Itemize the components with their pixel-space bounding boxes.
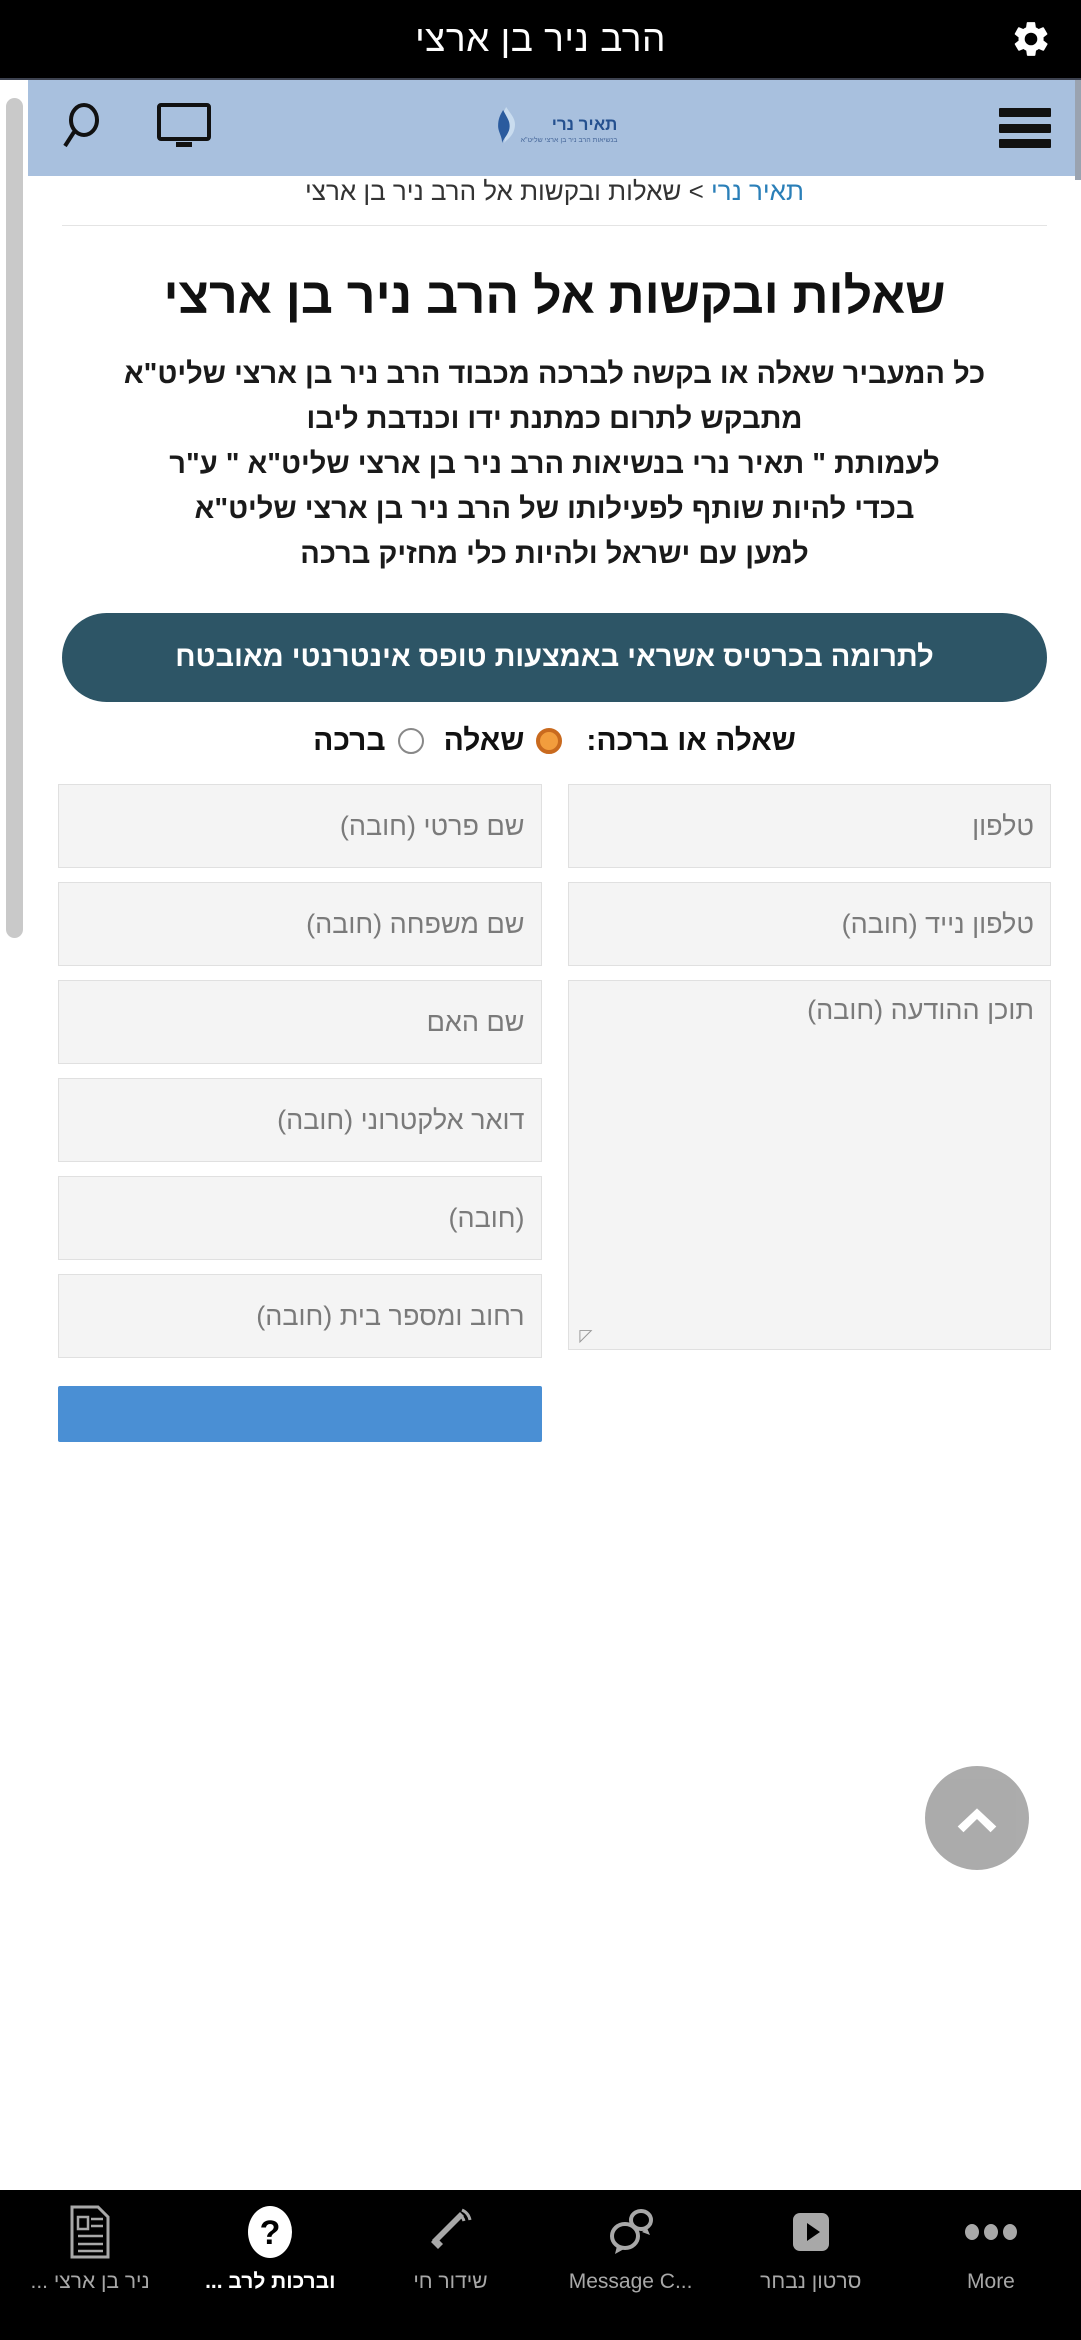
question-mark-icon: ? [245, 2204, 295, 2260]
scrollbar-thumb[interactable] [6, 98, 23, 938]
site-logo-subtitle: בנשיאות הרב ניר בן ארצי שליט"א [520, 137, 618, 144]
mobile-phone-input[interactable]: טלפון נייד (חובה) [567, 882, 1051, 967]
breadcrumb: תאיר נרי > שאלות ובקשות אל הרב ניר בן אר… [62, 176, 1047, 226]
search-icon[interactable] [62, 102, 110, 155]
monitor-icon[interactable] [156, 102, 212, 155]
last-name-input[interactable]: שם משפחה (חובה) [58, 882, 542, 967]
contact-form: טלפון טלפון נייד (חובה) תוכן ההודעה (חוב… [58, 784, 1051, 1446]
question-or-blessing-radio-group: שאלה או ברכה: שאלה ברכה [58, 724, 1051, 758]
first-name-input[interactable]: שם פרטי (חובה) [58, 784, 542, 869]
city-input[interactable]: (חובה) [58, 1176, 542, 1261]
nav-item-video[interactable]: סרטון נבחר [721, 2204, 901, 2294]
chevron-up-icon [957, 1808, 997, 1833]
page-content: תאיר נרי > שאלות ובקשות אל הרב ניר בן אר… [28, 176, 1081, 1446]
nav-item-form[interactable]: ניר בן ארצי ... [0, 2204, 180, 2294]
radio-button-question[interactable] [536, 728, 563, 755]
email-input[interactable]: דואר אלקטרוני (חובה) [58, 1078, 542, 1163]
street-address-input[interactable]: רחוב ומספר בית (חובה) [58, 1274, 542, 1359]
nav-item-video-label: סרטון נבחר [760, 2270, 862, 2293]
gear-icon[interactable] [1009, 17, 1053, 61]
resize-handle-icon[interactable]: ◸ [575, 1327, 592, 1345]
nav-item-message-center[interactable]: Message C... [541, 2204, 721, 2294]
scroll-to-top-button[interactable] [925, 1766, 1029, 1870]
intro-paragraph: כל המעביר שאלה או בקשה לברכה מכבוד הרב נ… [58, 352, 1051, 577]
nav-item-more-label: More [967, 2270, 1015, 2293]
submit-button[interactable] [58, 1386, 542, 1443]
phone-input[interactable]: טלפון [567, 784, 1051, 869]
site-header-right [999, 108, 1051, 148]
website-content: תאיר נרי בנשיאות הרב ניר בן ארצי שליט"א [28, 80, 1081, 2190]
hamburger-menu-icon[interactable] [999, 108, 1051, 148]
site-header-left [62, 102, 212, 155]
radio-button-blessing[interactable] [397, 728, 424, 755]
radio-option-blessing[interactable]: ברכה [313, 724, 424, 758]
site-header: תאיר נרי בנשיאות הרב ניר בן ארצי שליט"א [28, 80, 1081, 176]
more-dots-icon [963, 2204, 1019, 2260]
scrollbar-edge[interactable] [1075, 80, 1081, 180]
form-column-right: טלפון טלפון נייד (חובה) תוכן ההודעה (חוב… [567, 784, 1051, 1446]
donate-button[interactable]: לתרומה בכרטיס אשראי באמצעות טופס אינטרנט… [62, 612, 1047, 703]
document-form-icon [68, 2204, 112, 2260]
site-logo-text: תאיר נרי [551, 115, 618, 134]
breadcrumb-root-link[interactable]: תאיר נרי [711, 176, 804, 206]
breadcrumb-current: שאלות ובקשות אל הרב ניר בן ארצי [305, 176, 682, 206]
radio-group-label: שאלה או ברכה: [586, 724, 796, 758]
bottom-navigation: ניר בן ארצי ... ? וברכות לרב ... שידור ח… [0, 2190, 1081, 2340]
intro-line: לעמותת " תאיר נרי בנשיאות הרב ניר בן ארצ… [169, 447, 940, 480]
chat-bubbles-icon [605, 2204, 657, 2260]
app-bar-title: הרב ניר בן ארצי [415, 18, 666, 59]
megaphone-icon [426, 2204, 474, 2260]
intro-line: למען עם ישראל ולהיות כלי מחזיק ברכה [300, 537, 809, 570]
message-textarea-placeholder: תוכן ההודעה (חובה) [807, 995, 1034, 1026]
radio-option-blessing-label: ברכה [313, 724, 386, 758]
nav-item-message-center-label: Message C... [568, 2270, 693, 2293]
page-scrollbar[interactable] [0, 80, 28, 2190]
flame-logo-icon [497, 107, 515, 143]
form-column-left: שם פרטי (חובה) שם משפחה (חובה) שם האם דו… [58, 784, 542, 1446]
mother-name-input[interactable]: שם האם [58, 980, 542, 1065]
message-textarea[interactable]: תוכן ההודעה (חובה) ◸ [567, 980, 1051, 1351]
intro-line: בכדי להיות שותף לפעילותו של הרב ניר בן א… [194, 492, 915, 525]
nav-item-questions[interactable]: ? וברכות לרב ... [180, 2204, 360, 2294]
svg-text:?: ? [260, 2214, 281, 2252]
nav-item-live-broadcast-label: שידור חי [413, 2270, 488, 2293]
radio-option-question[interactable]: שאלה [444, 724, 563, 758]
breadcrumb-separator: > [681, 176, 712, 206]
nav-item-form-label: ניר בן ארצי ... [30, 2270, 150, 2293]
radio-option-question-label: שאלה [443, 724, 525, 758]
intro-line: מתבקש לתרום כמתנת ידו וכנדבת ליבו [306, 402, 803, 435]
nav-item-live-broadcast[interactable]: שידור חי [360, 2204, 540, 2294]
video-play-icon [787, 2204, 835, 2260]
intro-line: כל המעביר שאלה או בקשה לברכה מכבוד הרב נ… [123, 358, 986, 390]
site-logo[interactable]: תאיר נרי בנשיאות הרב ניר בן ארצי שליט"א [492, 106, 618, 144]
app-bar: הרב ניר בן ארצי [0, 0, 1081, 78]
nav-item-questions-label: וברכות לרב ... [205, 2270, 336, 2293]
web-view: תאיר נרי בנשיאות הרב ניר בן ארצי שליט"א [0, 78, 1081, 2190]
nav-item-more[interactable]: More [901, 2204, 1081, 2294]
page-title: שאלות ובקשות אל הרב ניר בן ארצי [163, 268, 946, 324]
